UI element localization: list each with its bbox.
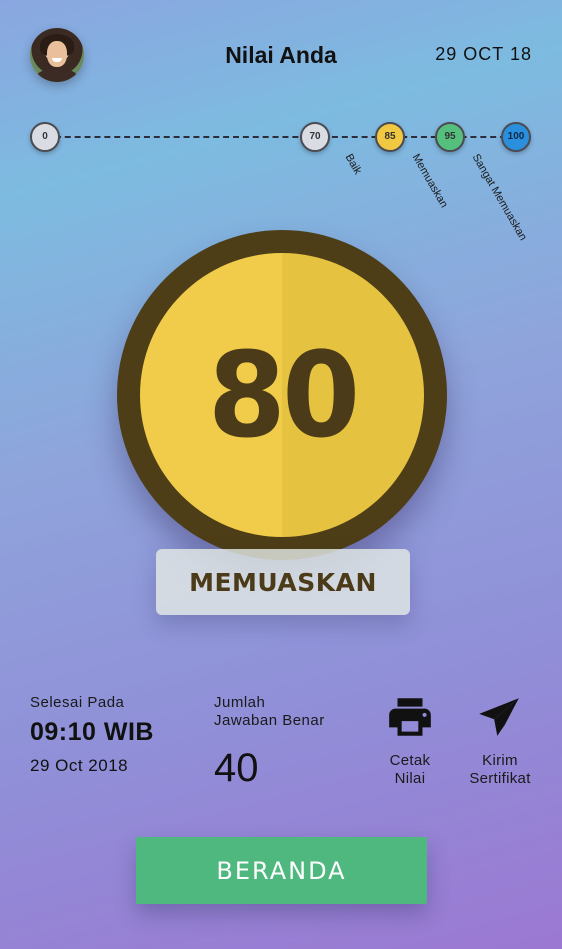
send-certificate-button[interactable]: Kirim Sertifikat (455, 692, 545, 788)
scale-label-baik: Baik (342, 152, 364, 177)
stats-section: Selesai Pada 09:10 WIB 29 Oct 2018 Jumla… (0, 692, 562, 802)
scale-label-memuaskan: Memuaskan (409, 152, 450, 210)
correct-label-line1: Jumlah (214, 694, 266, 711)
print-score-label: Cetak Nilai (365, 752, 455, 788)
avatar-shoulders (36, 68, 78, 82)
header: Nilai Anda 29 OCT 18 (0, 28, 562, 84)
correct-label-line2: Jawaban Benar (214, 712, 325, 729)
finished-label: Selesai Pada (30, 694, 125, 711)
score-value: 80 (207, 326, 360, 464)
scale-label-sangat-memuaskan: Sangat Memuaskan (469, 152, 529, 243)
scale-node-100: 100 (501, 122, 531, 152)
score-circle-inner: 80 (140, 253, 424, 537)
scale-node-70: 70 (300, 122, 330, 152)
finished-date: 29 Oct 2018 (30, 756, 129, 775)
printer-icon (389, 698, 431, 736)
grade-badge: MEMUASKAN (156, 549, 410, 615)
correct-answers-label: Jumlah Jawaban Benar (214, 694, 354, 730)
send-certificate-label: Kirim Sertifikat (455, 752, 545, 788)
print-score-button[interactable]: Cetak Nilai (365, 692, 455, 788)
correct-answers-count: 40 (214, 746, 259, 790)
score-circle: 80 (117, 230, 447, 560)
home-button[interactable]: BERANDA (136, 837, 427, 904)
scale-node-85: 85 (375, 122, 405, 152)
print-label-line2: Nilai (394, 770, 426, 787)
print-label-line1: Cetak (389, 752, 431, 769)
header-date: 29 OCT 18 (435, 44, 532, 64)
send-label-line1: Kirim (482, 752, 518, 769)
scale-node-95: 95 (435, 122, 465, 152)
scale-node-0: 0 (30, 122, 60, 152)
finished-time: 09:10 WIB (30, 718, 154, 746)
send-label-line2: Sertifikat (469, 770, 531, 787)
paper-plane-icon (479, 698, 519, 736)
